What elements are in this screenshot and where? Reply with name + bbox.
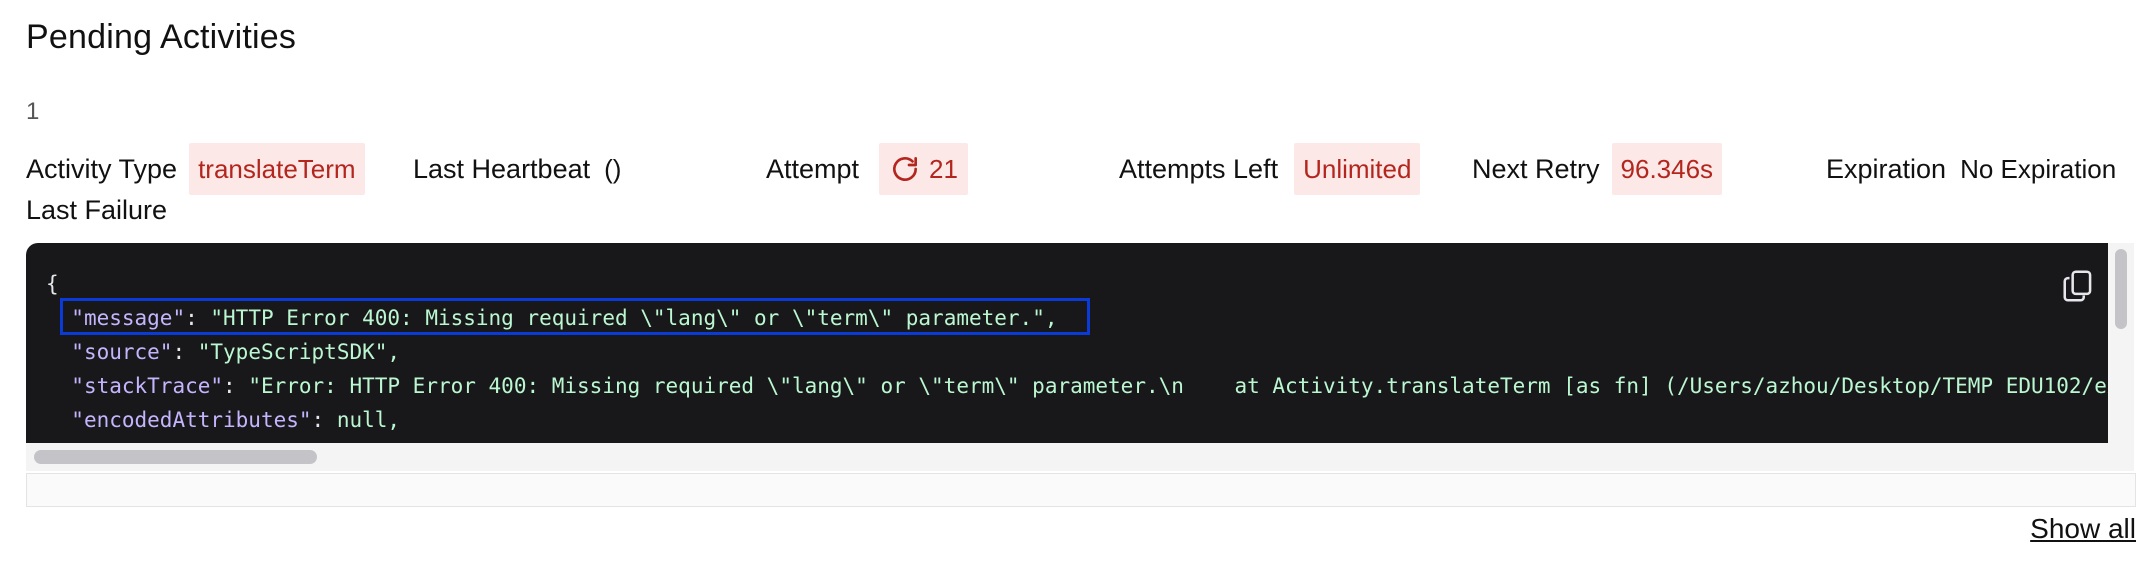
attempts-left-badge: Unlimited [1294, 143, 1421, 195]
last-heartbeat-field: Last Heartbeat () [413, 143, 621, 195]
code-key: "source" [71, 340, 173, 364]
code-value: "TypeScriptSDK", [197, 340, 401, 364]
attempts-left-field: Attempts Left Unlimited [1119, 143, 1421, 195]
highlight-box [60, 298, 1090, 335]
section-title: Pending Activities [26, 18, 297, 56]
next-retry-badge: 96.346s [1611, 143, 1723, 195]
expiration-value: No Expiration [1960, 153, 2117, 184]
failure-code-block[interactable]: { "message": "HTTP Error 400: Missing re… [26, 243, 2126, 470]
code-key: "stackTrace" [71, 374, 224, 398]
show-all-link[interactable]: Show all [2030, 513, 2136, 545]
next-retry-field: Next Retry 96.346s [1472, 143, 1723, 195]
code-value: "Error: HTTP Error 400: Missing required… [248, 374, 2126, 398]
copy-icon[interactable] [2060, 267, 2098, 305]
activity-type-field: Activity Type translateTerm [26, 143, 365, 195]
attempts-left-label: Attempts Left [1119, 153, 1279, 184]
attempt-value: 21 [929, 153, 958, 184]
details-panel [26, 473, 2136, 507]
horizontal-scroll-thumb[interactable] [34, 450, 317, 464]
attempt-label: Attempt [766, 153, 860, 184]
attempt-field: Attempt 21 [766, 143, 968, 195]
code-line: { [46, 272, 59, 296]
last-heartbeat-value: () [604, 153, 622, 184]
vertical-scrollbar[interactable] [2108, 243, 2134, 471]
vertical-scroll-thumb[interactable] [2115, 249, 2127, 329]
expiration-label: Expiration [1826, 153, 1947, 184]
activity-type-label: Activity Type [26, 153, 178, 184]
code-value: null, [336, 408, 401, 432]
activity-type-badge: translateTerm [189, 143, 365, 195]
failure-json: { "message": "HTTP Error 400: Missing re… [46, 267, 2126, 437]
last-heartbeat-label: Last Heartbeat [413, 153, 591, 184]
pending-count: 1 [26, 98, 40, 125]
horizontal-scrollbar[interactable] [26, 443, 2126, 471]
retry-icon [893, 157, 918, 181]
attempt-badge: 21 [879, 143, 968, 195]
last-failure-label: Last Failure [26, 195, 168, 225]
expiration-field: Expiration No Expiration [1826, 143, 2116, 195]
next-retry-label: Next Retry [1472, 153, 1600, 184]
code-key: "encodedAttributes" [71, 408, 312, 432]
